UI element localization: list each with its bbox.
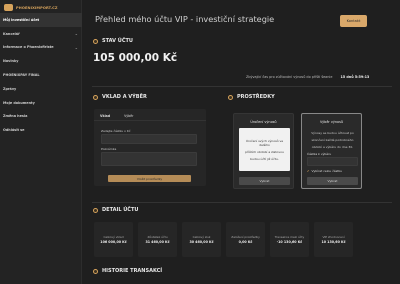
sidebar-item-investment-account[interactable]: Můj investiční účet xyxy=(0,13,82,27)
withdraw-all-checkbox[interactable]: ✔ Vybírat celou částku xyxy=(307,169,342,173)
contact-button[interactable]: Kontakt xyxy=(340,15,367,27)
card-interest-body: Úročení svých výnosů ve dalšího příštích… xyxy=(239,128,290,171)
check-icon: ✔ xyxy=(307,169,310,173)
card-withdraw-title: Výběr výnosů xyxy=(319,120,344,124)
stat-transfers: Transakce mezi účty -10 130,60 Kč xyxy=(270,222,309,257)
stat-total-deposit: Celkový vklad 106 000,00 Kč xyxy=(94,222,133,257)
details-icon xyxy=(93,207,98,213)
deposit-section-title: VKLAD A VÝBĚR xyxy=(93,94,147,100)
withdraw-amount-input[interactable] xyxy=(307,157,358,166)
details-section-title: DETAIL ÚČTU xyxy=(93,207,138,213)
stat-locked-funds: Založení prostředky 0,00 Kč xyxy=(226,222,265,257)
brand-logo[interactable]: PHOENIXIMPORT.CZ xyxy=(4,4,58,11)
sidebar-item-password[interactable]: Změna hesla xyxy=(0,110,82,124)
chevron-down-icon: ⌄ xyxy=(74,31,78,37)
account-section-title: STAV ÚČTU xyxy=(93,38,133,44)
account-balance: 105 000,00 Kč xyxy=(93,52,178,64)
amount-label: Zadejte částku v Kč xyxy=(101,129,131,133)
history-section-title: HISTORIE TRANSAKCÍ xyxy=(93,268,162,274)
phoenix-logo-icon xyxy=(4,4,13,11)
note-input[interactable] xyxy=(101,152,197,166)
card-withdraw-select-button[interactable]: Vybrat xyxy=(307,177,358,185)
stat-balance: Zůstatek účtu 31 460,00 Kč xyxy=(138,222,177,257)
card-interest[interactable]: Úročení výnosů Úročení svých výnosů ve d… xyxy=(233,113,294,189)
deposit-tabs: Vklad Výběr xyxy=(94,109,206,121)
chevron-down-icon: ⌄ xyxy=(74,44,78,50)
sidebar-item-documents[interactable]: Moje dokumenty xyxy=(0,96,82,110)
divider xyxy=(92,202,392,203)
amount-input[interactable] xyxy=(101,134,197,144)
sidebar-item-logout[interactable]: Odhlásit se xyxy=(0,123,82,137)
wallet-icon xyxy=(93,38,98,44)
card-interest-title: Úročení výnosů xyxy=(250,120,277,124)
card-withdraw-yield[interactable]: Výběr výnosů Výnosy se budou účtovat po … xyxy=(301,113,362,189)
sidebar-item-phoenixpay[interactable]: PHOENIXPAY FINAL xyxy=(0,68,82,82)
card-interest-select-button[interactable]: Vybrat xyxy=(239,177,290,185)
divider xyxy=(92,86,392,87)
page-title: Přehled mého účtu VIP - investiční strat… xyxy=(95,14,275,24)
funds-section-title: PROSTŘEDKY xyxy=(228,94,275,100)
withdraw-amount-label: Částka k výběru xyxy=(307,152,332,156)
tab-withdraw[interactable]: Výběr xyxy=(124,114,133,120)
deposit-panel: Vklad Výběr Zadejte částku v Kč Poznámka… xyxy=(94,109,206,186)
sidebar-item-news[interactable]: Novinky xyxy=(0,54,82,68)
sidebar-item-info[interactable]: Informace o Phoenixfiriste ⌄ xyxy=(0,41,82,55)
sidebar-item-messages[interactable]: Zprávy xyxy=(0,82,82,96)
next-settlement: Zbývající čas pro zúčtování výnosů do př… xyxy=(246,75,370,79)
sidebar-nav: Můj investiční účet Kancelář ⌄ Informace … xyxy=(0,13,82,137)
funds-icon xyxy=(228,94,233,100)
deposit-submit-button[interactable]: Vložit prostředky xyxy=(108,175,191,182)
card-withdraw-body: Výnosy se budou účtovat po skončení každ… xyxy=(311,131,354,149)
note-label: Poznámka xyxy=(101,147,117,151)
stat-vip-yield: VIP zhodnocení 10 130,60 Kč xyxy=(314,222,353,257)
tab-deposit[interactable]: Vklad xyxy=(100,114,110,120)
history-icon xyxy=(93,268,98,274)
brand-name: PHOENIXIMPORT.CZ xyxy=(16,5,58,10)
stat-total-profit: Celkový zisk 30 460,00 Kč xyxy=(182,222,221,257)
sidebar-item-office[interactable]: Kancelář ⌄ xyxy=(0,27,82,41)
transfer-icon xyxy=(93,94,98,100)
sidebar: PHOENIXIMPORT.CZ Můj investiční účet Kan… xyxy=(0,0,82,284)
main-content: Přehled mého účtu VIP - investiční strat… xyxy=(82,0,400,284)
